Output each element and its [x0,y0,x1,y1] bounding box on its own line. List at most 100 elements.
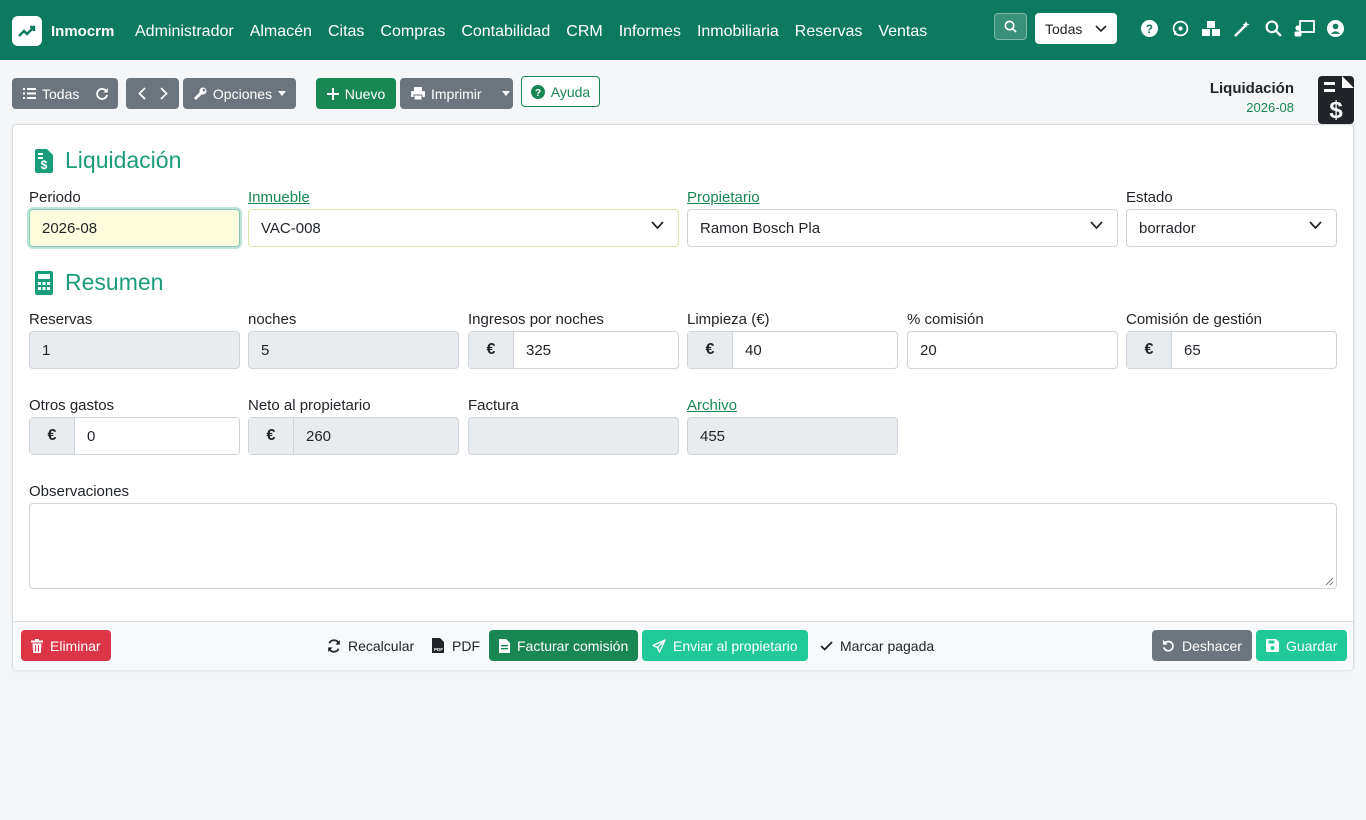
chevron-down-icon [1090,221,1103,230]
nav-item-inmobiliaria[interactable]: Inmobiliaria [697,23,779,41]
pdf-button-label: PDF [452,637,480,654]
plus-icon [326,87,339,100]
paper-plane-icon [652,638,666,653]
inmueble-value: VAC-008 [261,219,321,237]
nav-item-informes[interactable]: Informes [619,23,681,41]
caret-down-icon[interactable] [501,91,510,96]
record-id: 2026-08 [1246,100,1294,115]
undo-button-label: Deshacer [1182,637,1242,654]
observaciones-label: Observaciones [29,483,130,500]
inmueble-select[interactable]: VAC-008 [248,209,679,247]
whatsapp-icon[interactable] [1169,18,1191,40]
prev-next-group [126,78,179,109]
comision-gestion-input[interactable]: € 65 [1126,331,1337,369]
section-title: Liquidación [65,147,182,173]
help-button-label: Ayuda [550,83,591,100]
top-navbar: Inmocrm Administrador Almacén Citas Comp… [0,0,1366,60]
estado-label: Estado [1126,189,1173,206]
new-button[interactable]: Nuevo [316,78,396,109]
euro-addon: € [30,418,75,454]
chevron-down-icon [1309,221,1322,230]
nav-item-contabilidad[interactable]: Contabilidad [461,23,550,41]
options-button[interactable]: Opciones [183,78,296,109]
ingresos-input[interactable]: € 325 [468,331,679,369]
ingresos-value: 325 [526,341,552,359]
section-header-resumen: Resumen [35,269,163,296]
list-button[interactable]: Todas [12,78,118,109]
company-select[interactable]: Todas [1035,13,1117,44]
svg-text:$: $ [41,158,48,172]
recalculate-button[interactable]: Recalcular [317,630,424,661]
comision-gestion-label: Comisión de gestión [1126,311,1262,328]
inmueble-link[interactable]: Inmueble [248,189,310,206]
estado-value: borrador [1139,219,1196,237]
estado-select[interactable]: borrador [1126,209,1337,247]
mark-paid-button[interactable]: Marcar pagada [810,630,944,661]
reservas-field: 1 [29,331,240,369]
help-button[interactable]: ? Ayuda [521,76,600,107]
neto-label: Neto al propietario [248,397,371,414]
periodo-value: 2026-08 [42,219,98,237]
noches-label: noches [248,311,297,328]
search-icon[interactable] [1262,18,1284,40]
undo-icon [1162,639,1174,652]
factura-field [468,417,679,455]
periodo-input[interactable]: 2026-08 [29,209,240,247]
help-circle-icon[interactable]: ? [1138,18,1160,40]
magic-wand-icon[interactable] [1231,18,1253,40]
file-pdf-icon: PDF [432,638,444,653]
record-type: Liquidación [1209,80,1294,97]
nav-item-almacen[interactable]: Almacén [250,23,312,41]
navbar-tools: Todas ? [994,13,1346,44]
propietario-link[interactable]: Propietario [687,189,760,206]
user-circle-icon[interactable] [1324,18,1346,40]
chevron-left-icon[interactable] [137,87,146,100]
sync-icon [328,638,340,653]
send-owner-button-label: Enviar al propietario [673,637,798,654]
archivo-link[interactable]: Archivo [687,397,737,414]
limpieza-input[interactable]: € 40 [687,331,898,369]
brand-name: Inmocrm [51,22,115,40]
print-button[interactable]: Imprimir [400,78,513,109]
check-icon [820,640,833,651]
resize-handle-icon[interactable] [1325,577,1334,586]
otros-gastos-input[interactable]: € 0 [29,417,240,455]
file-dollar-icon: $ [35,148,53,173]
comision-gestion-value: 65 [1184,341,1201,359]
nav-item-reservas[interactable]: Reservas [795,23,863,41]
calculator-icon [35,270,53,295]
send-owner-button[interactable]: Enviar al propietario [642,630,808,661]
refresh-icon[interactable] [95,87,109,101]
save-button-label: Guardar [1286,637,1338,654]
nav-item-ventas[interactable]: Ventas [878,23,927,41]
nav-item-administrador[interactable]: Administrador [135,23,234,41]
svg-text:$: $ [1329,97,1343,124]
undo-button[interactable]: Deshacer [1152,630,1252,661]
pct-comision-input[interactable]: 20 [907,331,1118,369]
invoice-commission-button[interactable]: Facturar comisión [489,630,639,661]
caret-down-icon [278,91,287,96]
neto-value: 260 [306,427,332,445]
euro-addon: € [469,332,514,368]
observaciones-textarea[interactable] [29,503,1337,589]
company-search-button[interactable] [994,13,1027,40]
svg-text:?: ? [1145,23,1152,36]
section-header-liquidacion: $ Liquidación [35,147,181,174]
nav-item-citas[interactable]: Citas [328,23,364,41]
save-button[interactable]: Guardar [1256,630,1348,661]
archivo-field: 455 [687,417,898,455]
ingresos-label: Ingresos por noches [468,311,604,328]
reservas-label: Reservas [29,311,93,328]
chalkboard-user-icon[interactable] [1293,18,1315,40]
nav-item-crm[interactable]: CRM [566,23,602,41]
brand[interactable]: Inmocrm [12,16,114,46]
trash-icon [31,638,43,653]
cubes-icon[interactable] [1200,18,1222,40]
propietario-select[interactable]: Ramon Bosch Pla [687,209,1118,247]
delete-button[interactable]: Eliminar [21,630,111,661]
pdf-button[interactable]: PDF PDF [422,630,490,661]
limpieza-label: Limpieza (€) [687,311,770,328]
nav-item-compras[interactable]: Compras [380,23,445,41]
chevron-right-icon[interactable] [159,87,168,100]
svg-text:PDF: PDF [434,647,443,652]
